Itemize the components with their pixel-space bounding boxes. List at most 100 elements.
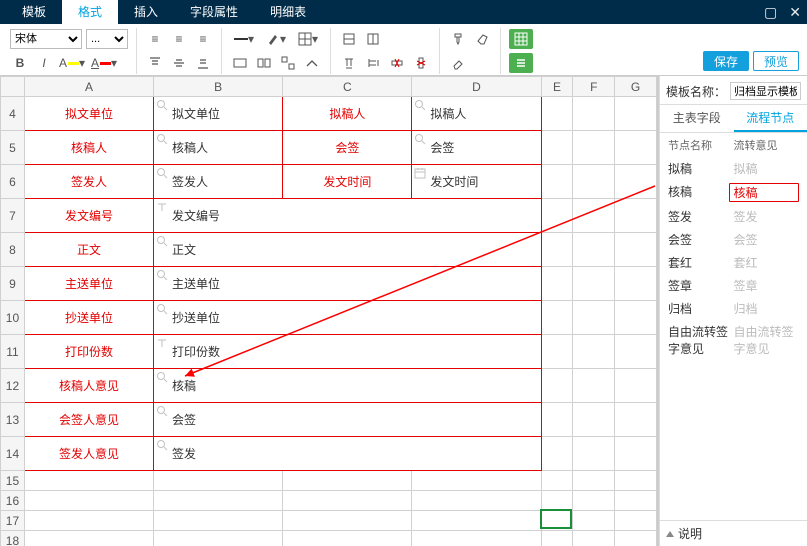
form-label[interactable]: 签发人 [24,165,153,199]
cell[interactable] [615,267,657,301]
cell[interactable] [541,97,573,131]
cell[interactable] [615,131,657,165]
cell[interactable] [573,335,615,369]
cell[interactable] [412,491,541,511]
cell[interactable] [573,471,615,491]
border-style-button[interactable]: ▾ [294,29,322,49]
cell[interactable] [573,369,615,403]
row-header[interactable]: 17 [1,511,25,531]
cell[interactable] [541,437,573,471]
delete-col-right-button[interactable] [363,53,383,73]
cell[interactable] [615,403,657,437]
flow-node-row[interactable]: 归档 归档 [666,297,801,320]
cell[interactable] [615,471,657,491]
form-value-cell[interactable]: 发文编号 [154,199,542,233]
cell[interactable] [573,437,615,471]
preview-button[interactable]: 预览 [753,51,799,71]
cell[interactable] [283,471,412,491]
cell[interactable] [541,131,573,165]
cell[interactable] [283,491,412,511]
node-opinion[interactable]: 签章 [734,277,800,294]
window-close-icon[interactable]: ✕ [789,4,801,21]
cell[interactable] [24,511,153,531]
form-value-cell[interactable]: 正文 [154,233,542,267]
cell[interactable] [615,97,657,131]
col-header[interactable]: D [412,77,541,97]
cell[interactable] [615,301,657,335]
row-header[interactable]: 15 [1,471,25,491]
border-line-button[interactable]: ▾ [230,29,258,49]
form-value-cell[interactable]: 会签 [154,403,542,437]
cell[interactable] [154,511,283,531]
cell[interactable] [541,491,573,511]
form-label[interactable]: 抄送单位 [24,301,153,335]
cell[interactable] [615,369,657,403]
italic-button[interactable]: I [34,53,54,73]
row-header[interactable]: 4 [1,97,25,131]
form-label[interactable]: 会签 [283,131,412,165]
insert-table-button[interactable] [509,29,533,49]
text-color-button[interactable]: A▾ [90,53,118,73]
eraser-button[interactable] [448,53,468,73]
flow-node-row[interactable]: 拟稿 拟稿 [666,157,801,180]
node-opinion[interactable]: 拟稿 [734,160,800,177]
cell[interactable] [154,471,283,491]
tab-main-fields[interactable]: 主表字段 [660,104,734,132]
node-opinion[interactable]: 签发 [734,208,800,225]
split-button[interactable] [278,53,298,73]
save-button[interactable]: 保存 [703,51,749,71]
tab-flow-nodes[interactable]: 流程节点 [734,104,807,132]
row-header[interactable]: 5 [1,131,25,165]
flow-node-row[interactable]: 核稿 核稿 [666,180,801,205]
flow-node-row[interactable]: 签章 签章 [666,274,801,297]
cell[interactable] [615,531,657,546]
form-value-cell[interactable]: 会签 [412,131,541,165]
flow-node-row[interactable]: 签发 签发 [666,205,801,228]
cell[interactable] [573,301,615,335]
row-header[interactable]: 12 [1,369,25,403]
unmerge-button[interactable] [254,53,274,73]
form-value-cell[interactable]: 拟稿人 [412,97,541,131]
menu-insert[interactable]: 插入 [118,0,174,24]
cell[interactable] [573,165,615,199]
form-value-cell[interactable]: 拟文单位 [154,97,283,131]
form-value-cell[interactable]: 主送单位 [154,267,542,301]
cell[interactable] [541,301,573,335]
row-header[interactable]: 13 [1,403,25,437]
cell[interactable] [541,233,573,267]
delete-col-button[interactable] [411,53,431,73]
form-value-cell[interactable]: 抄送单位 [154,301,542,335]
row-header[interactable]: 8 [1,233,25,267]
cell[interactable] [154,531,283,546]
cell[interactable] [573,491,615,511]
cell[interactable] [573,233,615,267]
col-header[interactable]: E [541,77,573,97]
form-label[interactable]: 拟稿人 [283,97,412,131]
form-label[interactable]: 打印份数 [24,335,153,369]
row-header[interactable]: 11 [1,335,25,369]
form-label[interactable]: 发文时间 [283,165,412,199]
cell[interactable] [154,491,283,511]
menu-template[interactable]: 模板 [6,0,62,24]
form-value-cell[interactable]: 签发 [154,437,542,471]
merge-button[interactable] [230,53,250,73]
col-header[interactable] [1,77,25,97]
cell[interactable] [573,267,615,301]
cell[interactable] [283,511,412,531]
delete-row-below-button[interactable] [339,53,359,73]
cell[interactable] [573,97,615,131]
menu-format[interactable]: 格式 [62,0,118,24]
cell[interactable] [573,531,615,546]
cell[interactable] [412,511,541,531]
cell[interactable] [541,165,573,199]
cell[interactable] [412,531,541,546]
cell[interactable] [615,437,657,471]
node-opinion[interactable]: 自由流转签字意见 [734,323,800,357]
cell[interactable] [541,199,573,233]
spreadsheet[interactable]: ABCDEFG4拟文单位拟文单位拟稿人拟稿人5核稿人核稿人会签会签6签发人签发人… [0,76,657,546]
row-header[interactable]: 18 [1,531,25,546]
cell[interactable] [541,335,573,369]
format-painter-button[interactable] [448,29,468,49]
cell[interactable] [615,165,657,199]
form-label[interactable]: 签发人意见 [24,437,153,471]
